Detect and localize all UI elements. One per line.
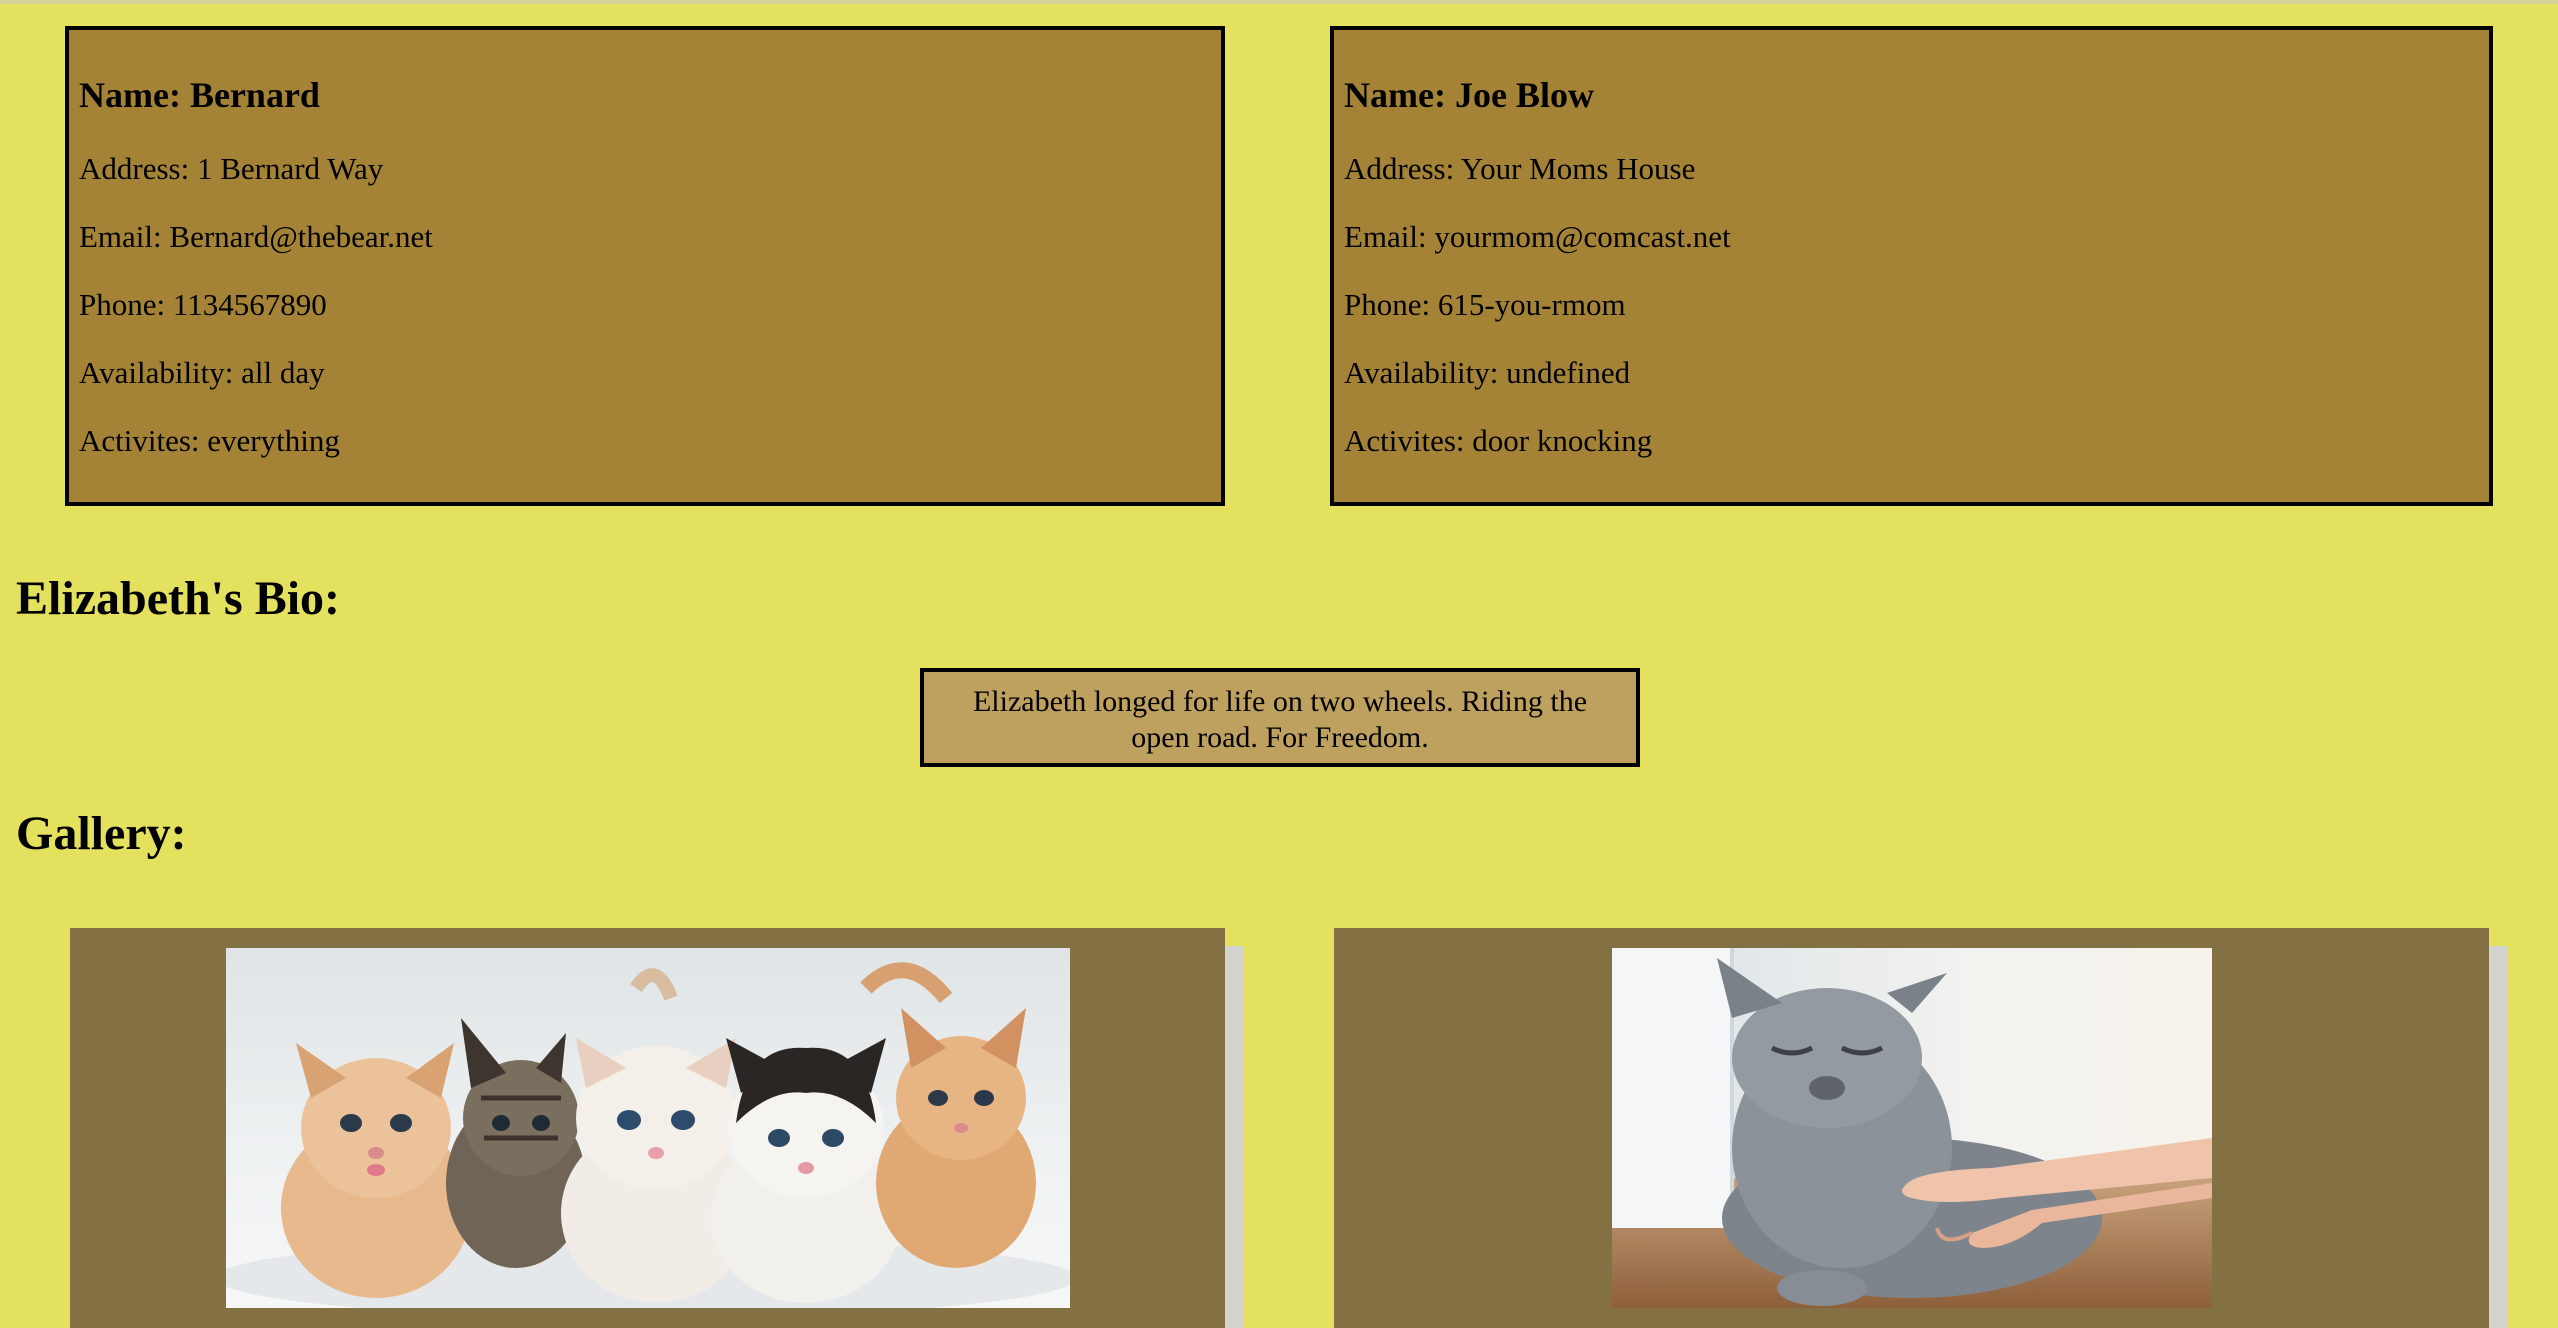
contact-card-bernard: Name: Bernard Address: 1 Bernard Way Ema… bbox=[65, 26, 1225, 506]
bio-heading: Elizabeth's Bio: bbox=[16, 572, 341, 625]
contact-availability: Availability: undefined bbox=[1344, 355, 1631, 390]
contact-card-joe-blow: Name: Joe Blow Address: Your Moms House … bbox=[1330, 26, 2493, 506]
grey-cat-photo bbox=[1612, 948, 2212, 1308]
contact-availability: Availability: all day bbox=[79, 355, 325, 390]
contact-phone: Phone: 615-you-rmom bbox=[1344, 287, 1626, 322]
gallery-card-kittens bbox=[70, 928, 1225, 1328]
kittens-photo bbox=[226, 948, 1070, 1308]
gallery-heading: Gallery: bbox=[16, 807, 187, 860]
gallery-card-grey-cat bbox=[1334, 928, 2489, 1328]
contact-activities: Activites: door knocking bbox=[1344, 423, 1653, 458]
contact-name: Name: Bernard bbox=[79, 75, 320, 115]
contact-phone: Phone: 1134567890 bbox=[79, 287, 327, 322]
top-border bbox=[0, 0, 2558, 4]
bio-text-box: Elizabeth longed for life on two wheels.… bbox=[920, 668, 1640, 767]
contact-activities: Activites: everything bbox=[79, 423, 340, 458]
contact-name: Name: Joe Blow bbox=[1344, 75, 1594, 115]
contact-address: Address: Your Moms House bbox=[1344, 151, 1696, 186]
contact-email: Email: Bernard@thebear.net bbox=[79, 219, 433, 254]
contact-address: Address: 1 Bernard Way bbox=[79, 151, 384, 186]
contact-email: Email: yourmom@comcast.net bbox=[1344, 219, 1731, 254]
